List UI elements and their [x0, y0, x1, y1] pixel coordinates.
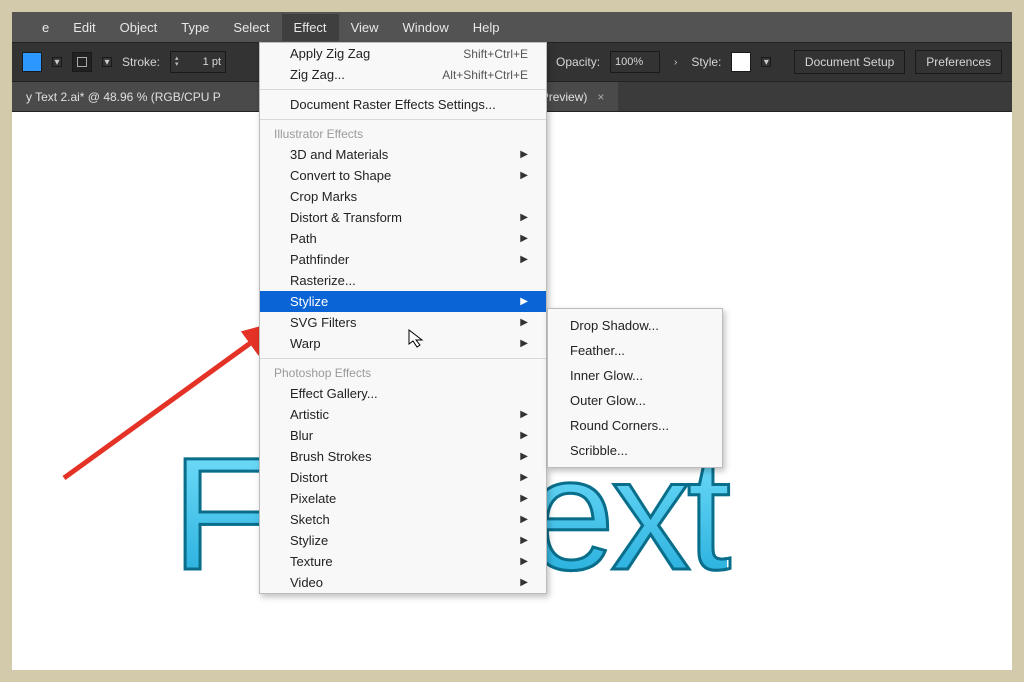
menu-item-effect-gallery[interactable]: Effect Gallery... — [260, 383, 546, 404]
close-tab-icon[interactable]: × — [597, 90, 604, 104]
menu-view[interactable]: View — [339, 14, 391, 41]
menu-item-3d-and-materials[interactable]: 3D and Materials▶ — [260, 144, 546, 165]
menu-select[interactable]: Select — [221, 14, 281, 41]
effect-menu-dropdown: Apply Zig ZagShift+Ctrl+EZig Zag...Alt+S… — [259, 42, 547, 594]
submenu-item-drop-shadow[interactable]: Drop Shadow... — [548, 313, 722, 338]
menu-separator — [260, 89, 546, 90]
submenu-item-scribble[interactable]: Scribble... — [548, 438, 722, 463]
submenu-item-outer-glow[interactable]: Outer Glow... — [548, 388, 722, 413]
stroke-width-value: 1 pt — [203, 56, 221, 68]
document-setup-button[interactable]: Document Setup — [794, 50, 905, 74]
menu-item-rasterize[interactable]: Rasterize... — [260, 270, 546, 291]
menu-item-blur[interactable]: Blur▶ — [260, 425, 546, 446]
menu-item-convert-to-shape[interactable]: Convert to Shape▶ — [260, 165, 546, 186]
menu-item-document-raster-effects-settings[interactable]: Document Raster Effects Settings... — [260, 94, 546, 115]
menu-item-texture[interactable]: Texture▶ — [260, 551, 546, 572]
menu-e[interactable]: e — [30, 14, 61, 41]
menu-item-pathfinder[interactable]: Pathfinder▶ — [260, 249, 546, 270]
tab-title-left: y Text 2.ai* @ 48.96 % (RGB/CPU P — [26, 90, 221, 104]
submenu-item-feather[interactable]: Feather... — [548, 338, 722, 363]
menu-effect[interactable]: Effect — [282, 14, 339, 41]
menu-item-distort[interactable]: Distort▶ — [260, 467, 546, 488]
menu-item-svg-filters[interactable]: SVG Filters▶ — [260, 312, 546, 333]
stroke-dropdown[interactable]: ▾ — [102, 57, 112, 67]
menu-item-crop-marks[interactable]: Crop Marks — [260, 186, 546, 207]
menu-separator — [260, 119, 546, 120]
menu-item-path[interactable]: Path▶ — [260, 228, 546, 249]
menu-edit[interactable]: Edit — [61, 14, 107, 41]
menu-item-brush-strokes[interactable]: Brush Strokes▶ — [260, 446, 546, 467]
style-label: Style: — [691, 55, 721, 69]
menu-item-apply-zig-zag[interactable]: Apply Zig ZagShift+Ctrl+E — [260, 43, 546, 64]
menu-item-video[interactable]: Video▶ — [260, 572, 546, 593]
stepper-icon[interactable]: ▴▾ — [175, 56, 179, 68]
menu-item-artistic[interactable]: Artistic▶ — [260, 404, 546, 425]
graphic-style-swatch[interactable] — [731, 52, 751, 72]
menu-item-stylize[interactable]: Stylize▶ — [260, 530, 546, 551]
menu-item-zig-zag[interactable]: Zig Zag...Alt+Shift+Ctrl+E — [260, 64, 546, 85]
stroke-width-input[interactable]: ▴▾ 1 pt — [170, 51, 226, 73]
fill-color-swatch[interactable] — [22, 52, 42, 72]
menu-item-warp[interactable]: Warp▶ — [260, 333, 546, 354]
menu-type[interactable]: Type — [169, 14, 221, 41]
menu-item-distort-transform[interactable]: Distort & Transform▶ — [260, 207, 546, 228]
menu-item-stylize[interactable]: Stylize▶ — [260, 291, 546, 312]
stroke-label: Stroke: — [122, 55, 160, 69]
opacity-flyout[interactable]: › — [670, 57, 681, 68]
menu-item-sketch[interactable]: Sketch▶ — [260, 509, 546, 530]
menubar: eEditObjectTypeSelectEffectViewWindowHel… — [12, 12, 1012, 42]
menu-separator — [260, 358, 546, 359]
menu-window[interactable]: Window — [391, 14, 461, 41]
opacity-input[interactable]: 100% — [610, 51, 660, 73]
menu-section-header: Illustrator Effects — [260, 124, 546, 144]
menu-object[interactable]: Object — [108, 14, 170, 41]
preferences-button[interactable]: Preferences — [915, 50, 1002, 74]
stroke-color-swatch[interactable] — [72, 52, 92, 72]
menu-item-pixelate[interactable]: Pixelate▶ — [260, 488, 546, 509]
style-dropdown[interactable]: ▾ — [761, 57, 771, 67]
fill-dropdown[interactable]: ▾ — [52, 57, 62, 67]
opacity-label: Opacity: — [556, 55, 600, 69]
submenu-item-inner-glow[interactable]: Inner Glow... — [548, 363, 722, 388]
stylize-submenu: Drop Shadow...Feather...Inner Glow...Out… — [547, 308, 723, 468]
menu-help[interactable]: Help — [461, 14, 512, 41]
submenu-item-round-corners[interactable]: Round Corners... — [548, 413, 722, 438]
menu-section-header: Photoshop Effects — [260, 363, 546, 383]
